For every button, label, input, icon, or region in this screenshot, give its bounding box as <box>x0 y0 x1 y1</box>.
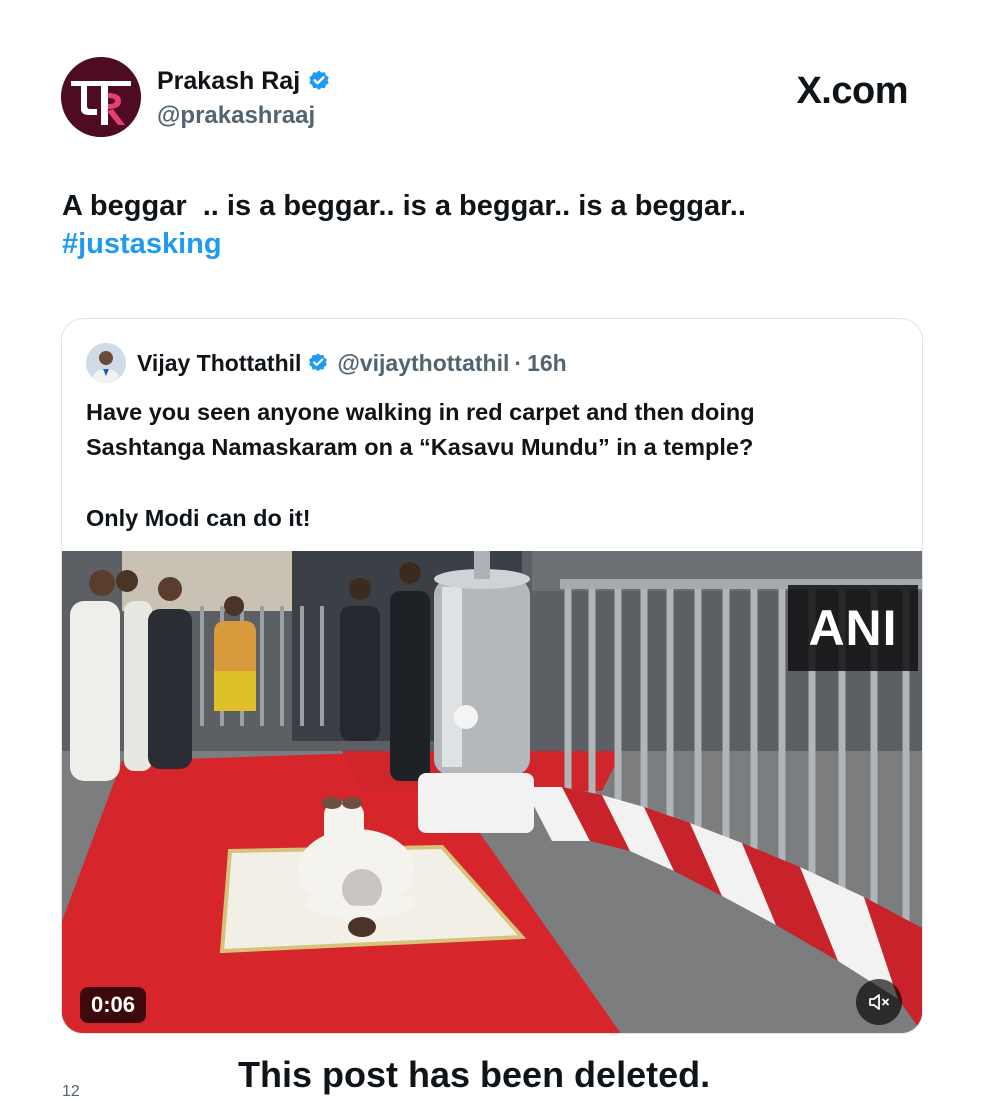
meta-separator: · <box>514 349 523 376</box>
speaker-muted-icon <box>869 994 889 1010</box>
quoted-post-card[interactable]: Vijay Thottathil @vijaythottathil · 16h … <box>61 318 923 1034</box>
author-name-text[interactable]: Prakash Raj <box>157 66 300 96</box>
reply-count: 12 <box>62 1083 80 1100</box>
video-player[interactable]: ANI 0:06 <box>62 551 922 1033</box>
avatar-logo-icon <box>61 57 141 137</box>
quoted-post-header: Vijay Thottathil @vijaythottathil · 16h <box>86 343 567 383</box>
quoted-text-line: Only Modi can do it! <box>86 505 311 531</box>
verified-badge-icon <box>307 352 329 374</box>
quoted-text-line: Sashtanga Namaskaram on a “Kasavu Mundu”… <box>86 434 754 460</box>
post-text-line: A beggar .. is a beggar.. is a beggar.. … <box>62 190 746 222</box>
author-avatar[interactable] <box>61 57 141 137</box>
quoted-text-line: Have you seen anyone walking in red carp… <box>86 399 755 425</box>
author-name[interactable]: Prakash Raj <box>157 66 331 96</box>
quoted-author-name[interactable]: Vijay Thottathil <box>137 350 301 377</box>
mute-button[interactable] <box>856 979 902 1025</box>
deleted-notice: This post has been deleted. <box>238 1054 711 1095</box>
hashtag-link[interactable]: #justasking <box>62 225 922 263</box>
verified-badge-icon <box>307 69 331 93</box>
ani-watermark: ANI <box>788 585 918 671</box>
quoted-author-avatar[interactable] <box>86 343 126 383</box>
video-duration-badge: 0:06 <box>80 987 147 1023</box>
site-label: X.com <box>796 70 908 112</box>
author-handle[interactable]: @prakashraaj <box>157 101 315 131</box>
quoted-post-time[interactable]: 16h <box>527 350 567 377</box>
post-text: A beggar .. is a beggar.. is a beggar.. … <box>62 187 922 263</box>
quoted-post-text: Have you seen anyone walking in red carp… <box>86 395 906 536</box>
quoted-author-handle[interactable]: @vijaythottathil <box>337 350 509 377</box>
